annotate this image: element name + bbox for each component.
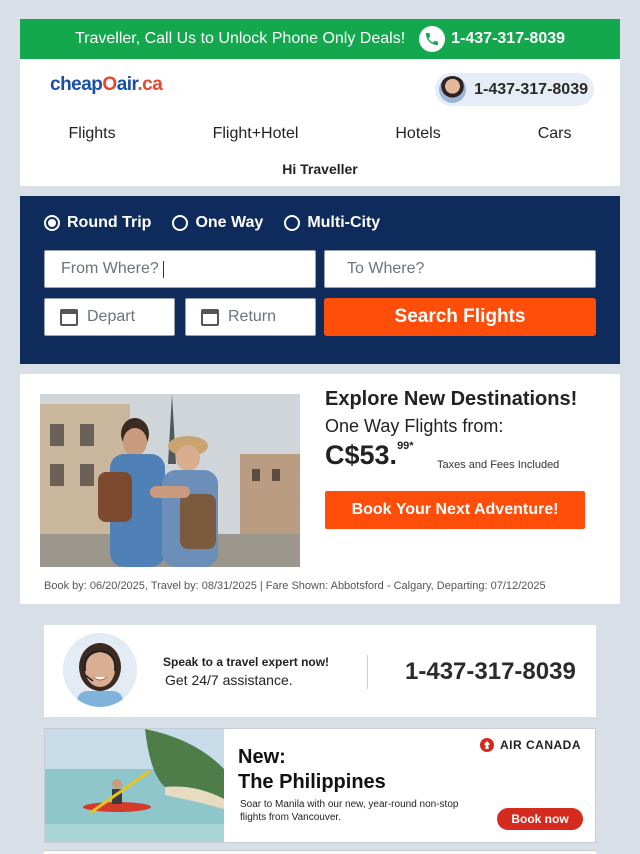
expert-phone-number[interactable]: 1-437-317-8039	[405, 658, 576, 686]
ad-headline: New: The Philippines	[238, 746, 386, 793]
promo-bar[interactable]: Traveller, Call Us to Unlock Phone Only …	[20, 19, 620, 59]
promo-phone-number[interactable]: 1-437-317-8039	[451, 30, 565, 48]
maple-leaf-icon	[480, 738, 494, 752]
expert-heading: Speak to a travel expert now!	[163, 655, 330, 669]
divider	[367, 655, 368, 689]
search-flights-button[interactable]: Search Flights	[324, 298, 596, 336]
deal-subtitle: One Way Flights from:	[325, 416, 504, 436]
greeting: Hi Traveller	[282, 161, 358, 177]
header-phone-button[interactable]: 1-437-317-8039	[435, 73, 594, 106]
nav-cars[interactable]: Cars	[528, 123, 582, 145]
agent-avatar	[63, 633, 137, 707]
agent-avatar	[439, 76, 467, 103]
nav-flight-hotel[interactable]: Flight+Hotel	[203, 123, 309, 145]
air-canada-ad[interactable]: New: The Philippines Soar to Manila with…	[44, 728, 596, 843]
header-phone-number: 1-437-317-8039	[474, 80, 588, 98]
return-date-input[interactable]: Return	[185, 298, 316, 336]
deal-section: Explore New Destinations! One Way Flight…	[20, 374, 620, 604]
from-input[interactable]: From Where?	[44, 250, 316, 288]
text-cursor	[162, 260, 164, 278]
deal-terms: Book by: 06/20/2025, Travel by: 08/31/20…	[44, 580, 546, 592]
ad-body: Soar to Manila with our new, year-round …	[240, 799, 459, 823]
phone-icon	[419, 26, 446, 52]
nav-flights[interactable]: Flights	[58, 123, 125, 145]
cheapoair-logo[interactable]: cheapOair.ca	[50, 74, 163, 96]
travel-couple-photo[interactable]	[40, 394, 300, 567]
expert-subtext: Get 24/7 assistance.	[165, 672, 293, 688]
air-canada-logo: AIR CANADA	[480, 738, 581, 752]
main-nav: Flights Flight+Hotel Hotels Cars	[20, 123, 620, 145]
depart-date-input[interactable]: Depart	[44, 298, 175, 336]
book-adventure-button[interactable]: Book Your Next Adventure!	[325, 491, 585, 529]
nav-hotels[interactable]: Hotels	[385, 123, 450, 145]
deal-title: Explore New Destinations!	[325, 388, 578, 410]
promo-text: Traveller, Call Us to Unlock Phone Only …	[74, 30, 406, 47]
ad-book-now-button[interactable]: Book now	[497, 808, 583, 830]
price-cents: 99*	[397, 440, 414, 452]
travel-expert-banner[interactable]: Speak to a travel expert now! Get 24/7 a…	[44, 625, 596, 717]
radio-icon[interactable]	[284, 215, 301, 231]
trip-multi-city[interactable]: Multi-City	[284, 214, 380, 232]
trip-one-way[interactable]: One Way	[172, 214, 263, 232]
calendar-icon	[201, 308, 219, 326]
calendar-icon	[60, 308, 78, 326]
flight-search-panel: Round Trip One Way Multi-City From Where…	[20, 196, 620, 364]
to-input[interactable]: To Where?	[324, 250, 596, 288]
deal-price: C$53.99*	[325, 440, 414, 470]
header: cheapOair.ca 1-437-317-8039 Flights Flig…	[20, 59, 620, 186]
trip-type-group: Round Trip One Way Multi-City	[44, 214, 401, 232]
trip-round-trip[interactable]: Round Trip	[44, 214, 151, 232]
next-card-edge	[44, 850, 596, 854]
taxes-note: Taxes and Fees Included	[437, 459, 560, 471]
radio-icon[interactable]	[172, 215, 189, 231]
kayak-photo	[45, 729, 224, 842]
radio-selected-icon[interactable]	[44, 215, 60, 231]
